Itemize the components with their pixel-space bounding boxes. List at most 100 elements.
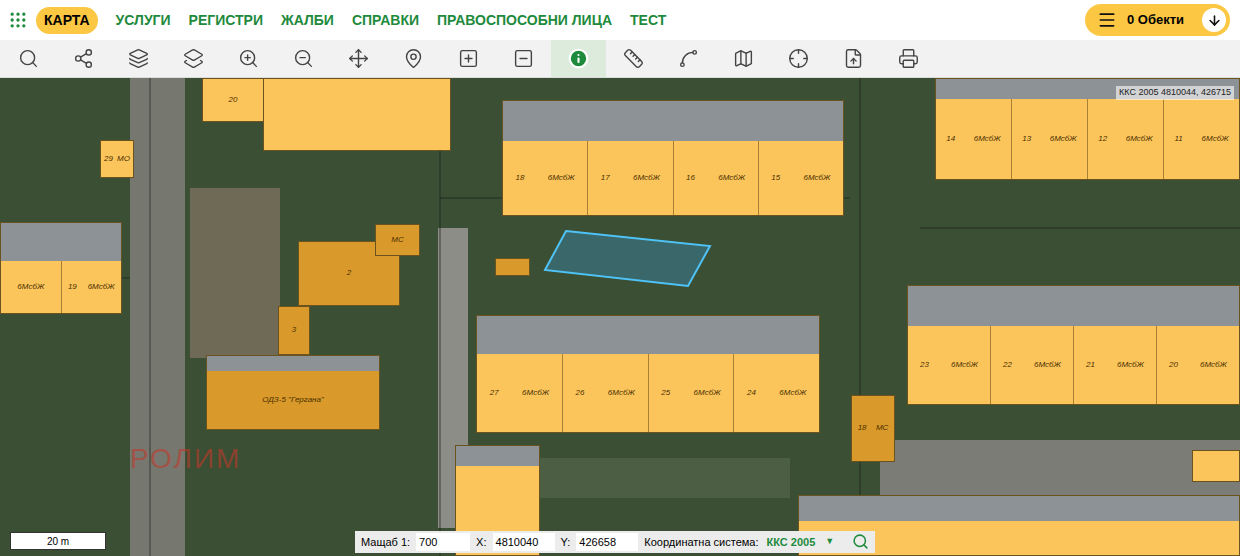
tool-button[interactable] [551,40,606,77]
toolbar [0,40,1240,78]
building-section: 146МсбЖ [936,99,1011,179]
building-label: 6МсбЖ [633,174,660,183]
building[interactable] [263,78,451,151]
tool-button[interactable] [221,40,276,77]
tool-button[interactable] [331,40,386,77]
building-label: 23 [920,361,929,370]
building-section: МС [376,225,419,255]
building-label: 6МсбЖ [1200,361,1227,370]
tool-button[interactable] [276,40,331,77]
building-label: 6МсбЖ [974,135,1001,144]
building-label: 6МсбЖ [548,174,575,183]
crs-select[interactable]: ККС 2005▼ [765,534,837,551]
building-footprint: 236МсбЖ226МсбЖ216МсбЖ206МсбЖ [908,326,1239,404]
nav-item[interactable]: УСЛУГИ [116,7,171,34]
map[interactable]: 186МсбЖ176МсбЖ166МсбЖ156МсбЖ146МсбЖ136Мс… [0,78,1240,556]
x-label: X: [476,534,486,551]
building-section: ОДЗ-5 "Гергана" [207,371,379,429]
road [130,78,185,556]
tool-button[interactable] [826,40,881,77]
tool-button[interactable] [166,40,221,77]
building[interactable]: 29МО [100,140,134,178]
building-label: 26 [575,389,584,398]
building-label: 18 [858,424,867,433]
tool-button[interactable] [1,40,56,77]
building-label: 6МсбЖ [803,174,830,183]
building-section: 276МсбЖ [477,354,562,432]
map-icon [733,48,754,69]
building[interactable]: 20 [202,78,264,122]
menu-icon [1097,10,1117,30]
building-section: 29МО [101,141,133,177]
building[interactable]: ОДЗ-5 "Гергана" [206,355,380,430]
building-section: 3 [279,307,309,354]
building-section: 206МсбЖ [1156,326,1239,404]
building-label: 12 [1098,135,1107,144]
building-label: 6МсбЖ [1126,135,1153,144]
building-roof [503,101,843,141]
nav-item[interactable]: КАРТА [36,7,98,34]
tool-button[interactable] [111,40,166,77]
yard [540,458,790,498]
building-label: 24 [747,389,756,398]
y-field: 426658 [576,533,638,552]
building-label: 22 [1003,361,1012,370]
building-footprint: 276МсбЖ266МсбЖ256МсбЖ246МсбЖ [477,354,819,432]
nav-item[interactable]: ТЕСТ [630,7,666,34]
tool-button[interactable] [661,40,716,77]
building-label: 3 [292,326,296,335]
tool-button[interactable] [606,40,661,77]
scale-input[interactable]: 700 [416,533,470,552]
building-section: 18МС [852,396,894,461]
tool-button[interactable] [496,40,551,77]
search-coordinates-icon[interactable] [852,533,869,550]
building-section: 20 [203,79,263,121]
y-label: Y: [561,534,571,551]
nav-item[interactable]: ПРАВОСПОСОБНИ ЛИЦА [437,7,612,34]
building[interactable]: 3 [278,306,310,355]
tool-button[interactable] [56,40,111,77]
building-label: 6МсбЖ [17,283,44,292]
select-remove-icon [513,48,534,69]
building-label: 15 [771,174,780,183]
layers-icon [128,48,149,69]
building-label: МО [117,155,130,164]
tool-button[interactable] [881,40,936,77]
move-icon [348,48,369,69]
building-label: 16 [686,174,695,183]
objects-button[interactable]: 0 Обекти [1085,4,1230,36]
watermark: РОЛИМ [130,438,241,480]
nav-item[interactable]: РЕГИСТРИ [189,7,263,34]
tool-button[interactable] [441,40,496,77]
tool-button[interactable] [771,40,826,77]
x-field: 4810040 [493,533,555,552]
building[interactable] [1192,450,1240,482]
building[interactable]: 18МС [851,395,895,462]
tool-button[interactable] [386,40,441,77]
nav-item[interactable]: ЖАЛБИ [281,7,334,34]
building[interactable] [495,258,530,276]
yard [190,188,280,358]
selected-parcel[interactable] [0,78,1240,556]
building-footprint: МС [376,225,419,255]
building[interactable]: МС [375,224,420,256]
building[interactable]: 6МсбЖ 196МсбЖ [0,222,122,314]
map-coordinates: ККС 2005 4810044, 426715 [1116,86,1234,100]
building-roof [477,316,819,354]
building-label: 6МсбЖ [608,389,635,398]
apps-grid-icon[interactable] [8,10,28,30]
building-section: 196МсбЖ [61,261,122,313]
tool-button[interactable] [716,40,771,77]
building-label: 27 [490,389,499,398]
status-bar: Мащаб 1:700X:4810040Y:426658Координатна … [355,531,875,554]
nav-item[interactable]: СПРАВКИ [352,7,419,34]
building-roof [456,446,539,466]
building-label: 21 [1086,361,1095,370]
building-section: 216МсбЖ [1073,326,1156,404]
crosshair-icon [788,48,809,69]
building[interactable]: 276МсбЖ266МсбЖ256МсбЖ246МсбЖ [476,315,820,433]
building[interactable]: 236МсбЖ226МсбЖ216МсбЖ206МсбЖ [907,285,1240,405]
building[interactable]: 186МсбЖ176МсбЖ166МсбЖ156МсбЖ [502,100,844,216]
building-section: 246МсбЖ [733,354,819,432]
download-button[interactable] [1202,8,1226,32]
